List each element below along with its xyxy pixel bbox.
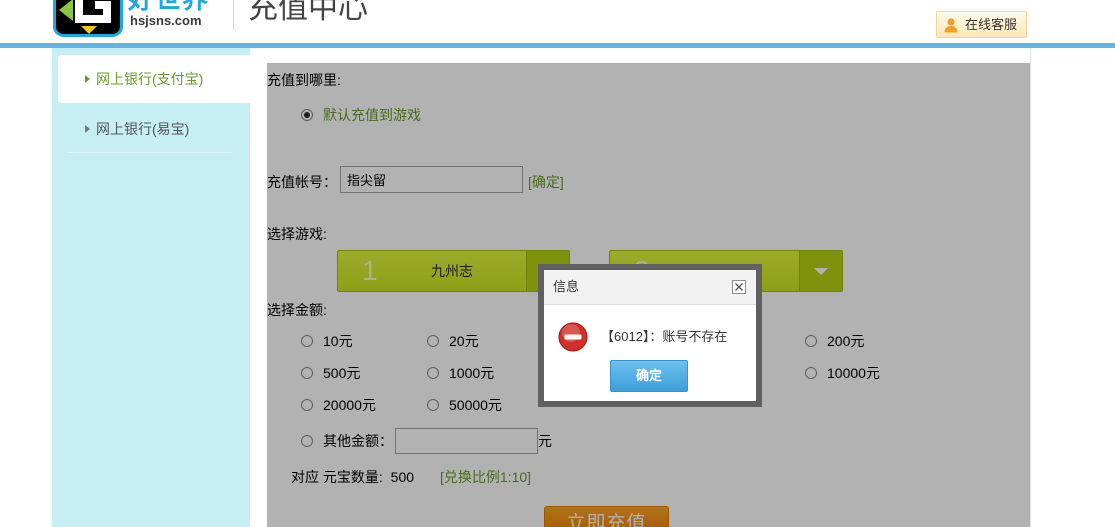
error-icon [558, 322, 588, 352]
alert-dialog: 信息 【6012】：账号不存在 确定 [538, 264, 762, 407]
site-logo[interactable]: 好世界 hsjsns.com [0, 0, 220, 43]
logo-mark-icon [53, 0, 123, 37]
triangle-right-icon [85, 75, 90, 83]
online-service-label: 在线客服 [965, 17, 1018, 32]
dialog-ok-button[interactable]: 确定 [610, 360, 688, 392]
dialog-titlebar: 信息 [544, 270, 756, 305]
page-title: 充值中心 [248, 0, 368, 25]
logo-wordmark: 好世界 [128, 0, 209, 12]
sidebar-item-yeepay[interactable]: 网上银行(易宝) [58, 105, 250, 153]
triangle-right-icon [85, 125, 90, 133]
header: 好世界 hsjsns.com 充值中心 在线客服 [0, 0, 1115, 43]
sidebar-divider [68, 152, 232, 153]
online-service-button[interactable]: 在线客服 [936, 11, 1027, 38]
header-divider [233, 0, 234, 30]
dialog-message: 【6012】：账号不存在 [601, 329, 728, 344]
logo-domain: hsjsns.com [130, 13, 202, 28]
dialog-title: 信息 [553, 279, 580, 294]
sidebar-item-alipay[interactable]: 网上银行(支付宝) [58, 55, 250, 103]
sidebar-item-label: 网上银行(支付宝) [96, 71, 204, 87]
sidebar: 网上银行(支付宝) 网上银行(易宝) [52, 48, 250, 527]
sidebar-item-label: 网上银行(易宝) [96, 121, 190, 137]
person-icon [944, 18, 958, 33]
close-icon[interactable] [732, 280, 746, 294]
